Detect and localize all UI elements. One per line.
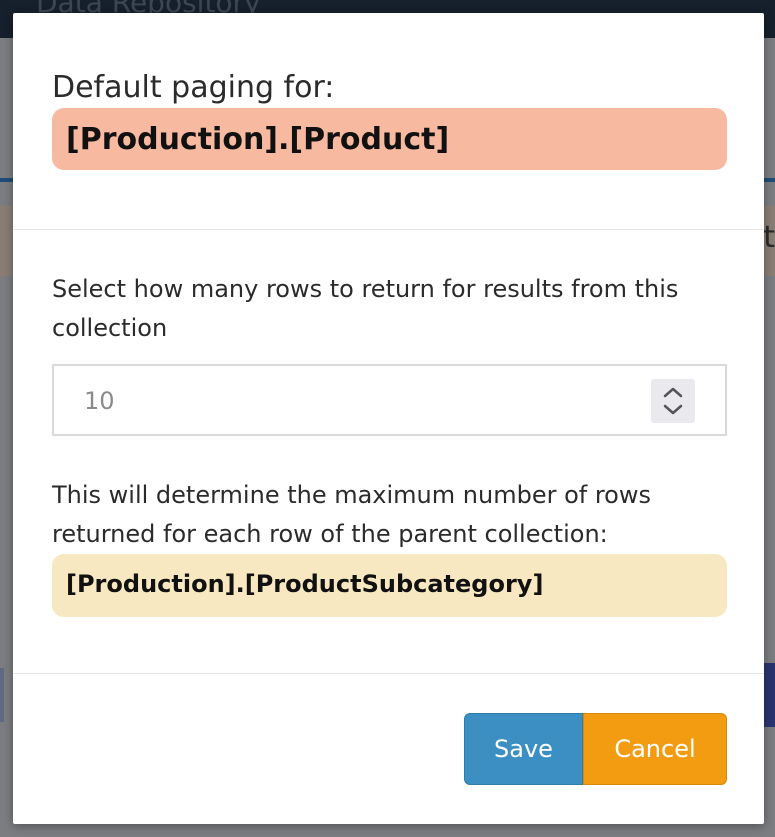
parent-collection-badge: [Production].[ProductSubcategory]	[52, 554, 727, 617]
paging-dialog: Default paging for: [Production].[Produc…	[13, 13, 764, 824]
rows-input[interactable]	[54, 366, 676, 436]
app-left-element	[0, 668, 4, 722]
parent-note: This will determine the maximum number o…	[52, 481, 651, 548]
cancel-button[interactable]: Cancel	[583, 713, 727, 785]
save-button[interactable]: Save	[464, 713, 583, 785]
footer-divider	[13, 673, 764, 674]
chevron-up-down-icon	[663, 387, 683, 415]
collection-badge: [Production].[Product]	[52, 108, 727, 170]
header-divider	[13, 229, 764, 230]
rows-number-field[interactable]	[52, 364, 727, 436]
rows-stepper[interactable]	[651, 379, 695, 423]
dialog-title: Default paging for:	[52, 70, 335, 105]
dialog-header: Default paging for: [Production].[Produc…	[13, 13, 764, 229]
rows-prompt: Select how many rows to return for resul…	[52, 275, 679, 342]
